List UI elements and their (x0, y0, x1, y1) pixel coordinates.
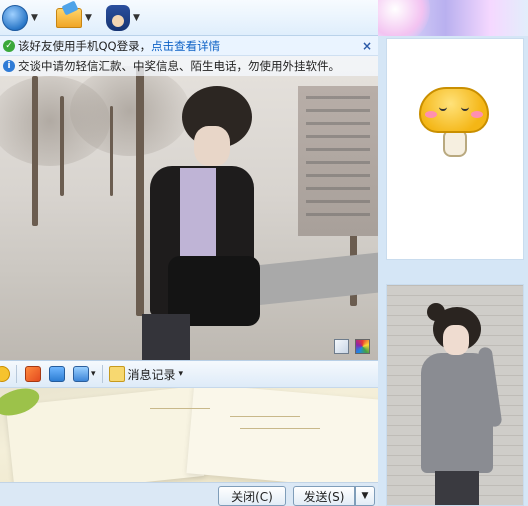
close-button[interactable]: 关闭(C) (218, 486, 286, 506)
magic-expression-icon[interactable] (25, 366, 41, 382)
info-icon: i (3, 60, 15, 72)
mobile-login-text: 该好友使用手机QQ登录， (18, 38, 152, 53)
chat-message-area[interactable] (0, 56, 378, 360)
decorative-banner (378, 0, 528, 36)
send-file-icon (56, 8, 82, 28)
format-toolbar: ▾ 消息记录 ▾ (0, 360, 378, 388)
photo-person-face (443, 325, 469, 355)
photo-person-bun (427, 303, 445, 321)
screenshot-icon[interactable] (73, 366, 89, 382)
photo-person-legs (142, 314, 190, 360)
view-details-link[interactable]: 点击查看详情 (151, 38, 220, 54)
safety-warning-notice: i 交谈中请勿轻信汇款、中奖信息、陌生电话，勿使用外挂软件。 (0, 56, 378, 76)
mascot-blush (471, 111, 483, 118)
book-page-right (186, 388, 378, 482)
tree-canopy (70, 66, 190, 156)
message-input-area[interactable] (0, 388, 378, 482)
top-toolbar: ▼ ▼ ▼ (0, 0, 378, 36)
right-profile-panel (378, 36, 528, 506)
toolbar-separator (101, 365, 103, 383)
message-history-button[interactable]: 消息记录 ▾ (108, 366, 184, 383)
checkmark-icon: ✓ (3, 39, 15, 52)
color-palette-icon[interactable] (355, 339, 370, 354)
flower-decoration (378, 0, 430, 36)
chevron-down-icon: ▾ (178, 369, 184, 379)
mobile-login-notice: ✓ 该好友使用手机QQ登录， 点击查看详情 × (0, 36, 378, 56)
history-icon (108, 366, 125, 382)
text-line-decoration (240, 428, 320, 429)
text-line-decoration (150, 408, 210, 409)
send-button[interactable]: 发送(S) (293, 486, 355, 506)
chevron-down-icon[interactable]: ▼ (133, 13, 140, 23)
chevron-down-icon[interactable]: ▼ (31, 13, 38, 23)
send-options-dropdown[interactable]: ▼ (355, 486, 375, 506)
bottom-button-bar: 关闭(C) 发送(S) ▼ (0, 482, 378, 506)
emoji-icon[interactable] (0, 366, 10, 382)
mascot-body (443, 129, 467, 157)
friend-avatar-panel[interactable] (386, 38, 524, 260)
photo-person-face (194, 126, 230, 166)
app-agent-icon (106, 5, 130, 31)
tree-trunk (60, 96, 64, 196)
close-icon[interactable]: × (362, 39, 372, 53)
send-file-button[interactable]: ▼ (56, 4, 92, 32)
resize-icon[interactable] (334, 339, 349, 354)
text-line-decoration (230, 416, 300, 417)
chevron-down-icon[interactable]: ▾ (91, 369, 96, 379)
photo-person-legs (435, 471, 479, 505)
chevron-down-icon[interactable]: ▼ (85, 13, 92, 23)
safety-warning-text: 交谈中请勿轻信汇款、中奖信息、陌生电话，勿使用外挂软件。 (18, 59, 340, 73)
toolbar-separator (16, 365, 17, 383)
background-building (298, 86, 378, 236)
mascot-avatar (419, 87, 489, 167)
tree-trunk (32, 76, 38, 226)
chat-corner-tools (334, 339, 370, 354)
mascot-blush (425, 111, 437, 118)
user-show-photo[interactable] (386, 284, 524, 506)
send-image-icon[interactable] (49, 366, 65, 382)
tree-trunk (136, 66, 144, 316)
video-call-icon (2, 5, 28, 31)
mascot-head (419, 87, 489, 133)
video-call-button[interactable]: ▼ (2, 4, 38, 32)
app-agent-button[interactable]: ▼ (106, 4, 140, 32)
tree-trunk (110, 106, 113, 196)
message-history-label: 消息记录 (127, 367, 176, 382)
